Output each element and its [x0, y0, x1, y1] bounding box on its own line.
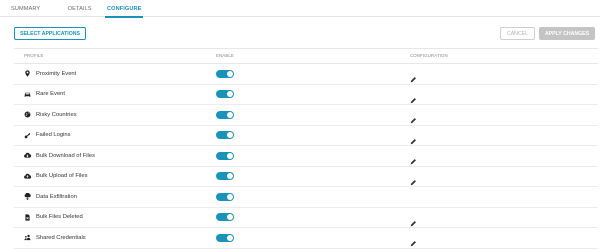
- table-row: Bulk Files Deleted: [14, 208, 598, 228]
- edit-pencil-icon[interactable]: [410, 70, 417, 83]
- profile-label: Risky Countries: [36, 111, 77, 118]
- table-header: PROFILE ENABLE CONFIGURATION: [14, 48, 598, 64]
- enable-toggle[interactable]: [216, 90, 234, 98]
- shared-users-icon: [24, 234, 31, 241]
- enable-toggle[interactable]: [216, 131, 234, 139]
- edit-pencil-icon[interactable]: [410, 234, 417, 247]
- location-pin-icon: [24, 70, 31, 77]
- tab-bar: SUMMARY DETAILS CONFIGURE: [0, 0, 600, 18]
- profile-cell: Rare Event: [24, 85, 65, 105]
- toggle-knob: [227, 214, 233, 220]
- table-row: Bulk Upload of Files: [14, 167, 598, 187]
- profiles-table: PROFILE ENABLE CONFIGURATION Proximity E…: [14, 48, 598, 249]
- file-delete-icon: [24, 214, 31, 221]
- profile-label: Rare Event: [36, 91, 65, 98]
- cancel-button[interactable]: CANCEL: [500, 27, 535, 40]
- table-row: Failed Logins: [14, 126, 598, 146]
- profile-cell: Failed Logins: [24, 126, 70, 146]
- edit-pencil-icon[interactable]: [410, 173, 417, 185]
- profile-label: Proximity Event: [36, 70, 77, 77]
- table-row: Data Exfiltration: [14, 187, 598, 208]
- profile-label: Data Exfiltration: [36, 193, 77, 200]
- profile-cell: Data Exfiltration: [24, 187, 77, 207]
- enable-toggle[interactable]: [216, 192, 234, 201]
- column-header-configuration: CONFIGURATION: [410, 53, 448, 58]
- profile-label: Bulk Files Deleted: [36, 214, 83, 221]
- toggle-knob: [227, 193, 233, 200]
- enable-toggle[interactable]: [216, 213, 234, 221]
- apply-changes-button[interactable]: APPLY CHANGES: [539, 27, 595, 40]
- profile-cell: Proximity Event: [24, 64, 76, 84]
- enable-toggle[interactable]: [216, 110, 234, 119]
- cloud-upload-icon: [24, 173, 31, 180]
- toggle-knob: [227, 70, 233, 77]
- tab-configure[interactable]: CONFIGURE: [104, 6, 144, 18]
- column-header-profile: PROFILE: [24, 53, 44, 58]
- table-row: Shared Credentials: [14, 228, 598, 249]
- globe-icon: [24, 111, 31, 118]
- profile-label: Bulk Download of Files: [36, 152, 95, 159]
- key-icon: [24, 132, 31, 139]
- tab-summary[interactable]: SUMMARY: [11, 6, 40, 12]
- select-applications-button[interactable]: SELECT APPLICATIONS: [14, 27, 86, 40]
- toggle-knob: [227, 91, 233, 97]
- table-row: Bulk Download of Files: [14, 146, 598, 167]
- configure-page: SUMMARY DETAILS CONFIGURE SELECT APPLICA…: [0, 0, 600, 249]
- profile-cell: Bulk Download of Files: [24, 146, 95, 166]
- profile-cell: Risky Countries: [24, 105, 77, 125]
- toggle-knob: [227, 152, 233, 159]
- edit-pencil-icon[interactable]: [410, 152, 417, 165]
- profile-label: Bulk Upload of Files: [36, 173, 88, 180]
- toggle-knob: [227, 173, 233, 179]
- edit-pencil-icon[interactable]: [410, 214, 417, 226]
- toggle-knob: [227, 234, 233, 241]
- toggle-knob: [227, 132, 233, 138]
- enable-toggle[interactable]: [216, 69, 234, 78]
- cloud-download-icon: [24, 152, 31, 159]
- profile-cell: Shared Credentials: [24, 228, 86, 248]
- table-row: Rare Event: [14, 85, 598, 105]
- car-icon: [24, 91, 31, 98]
- table-body: Proximity Event Rare Event Risky Countries…: [14, 64, 598, 249]
- enable-toggle[interactable]: [216, 172, 234, 180]
- edit-pencil-icon[interactable]: [410, 132, 417, 144]
- exfiltration-icon: [24, 193, 31, 201]
- edit-pencil-icon[interactable]: [410, 91, 417, 103]
- table-row: Risky Countries: [14, 105, 598, 126]
- column-header-enable: ENABLE: [216, 53, 234, 58]
- edit-pencil-icon[interactable]: [410, 111, 417, 124]
- toggle-knob: [227, 111, 233, 118]
- table-row: Proximity Event: [14, 64, 598, 85]
- profile-label: Failed Logins: [36, 132, 71, 139]
- profile-label: Shared Credentials: [36, 234, 86, 241]
- profile-cell: Bulk Files Deleted: [24, 208, 83, 228]
- enable-toggle[interactable]: [216, 151, 234, 160]
- tab-details[interactable]: DETAILS: [68, 6, 92, 12]
- enable-toggle[interactable]: [216, 233, 234, 242]
- profile-cell: Bulk Upload of Files: [24, 167, 88, 187]
